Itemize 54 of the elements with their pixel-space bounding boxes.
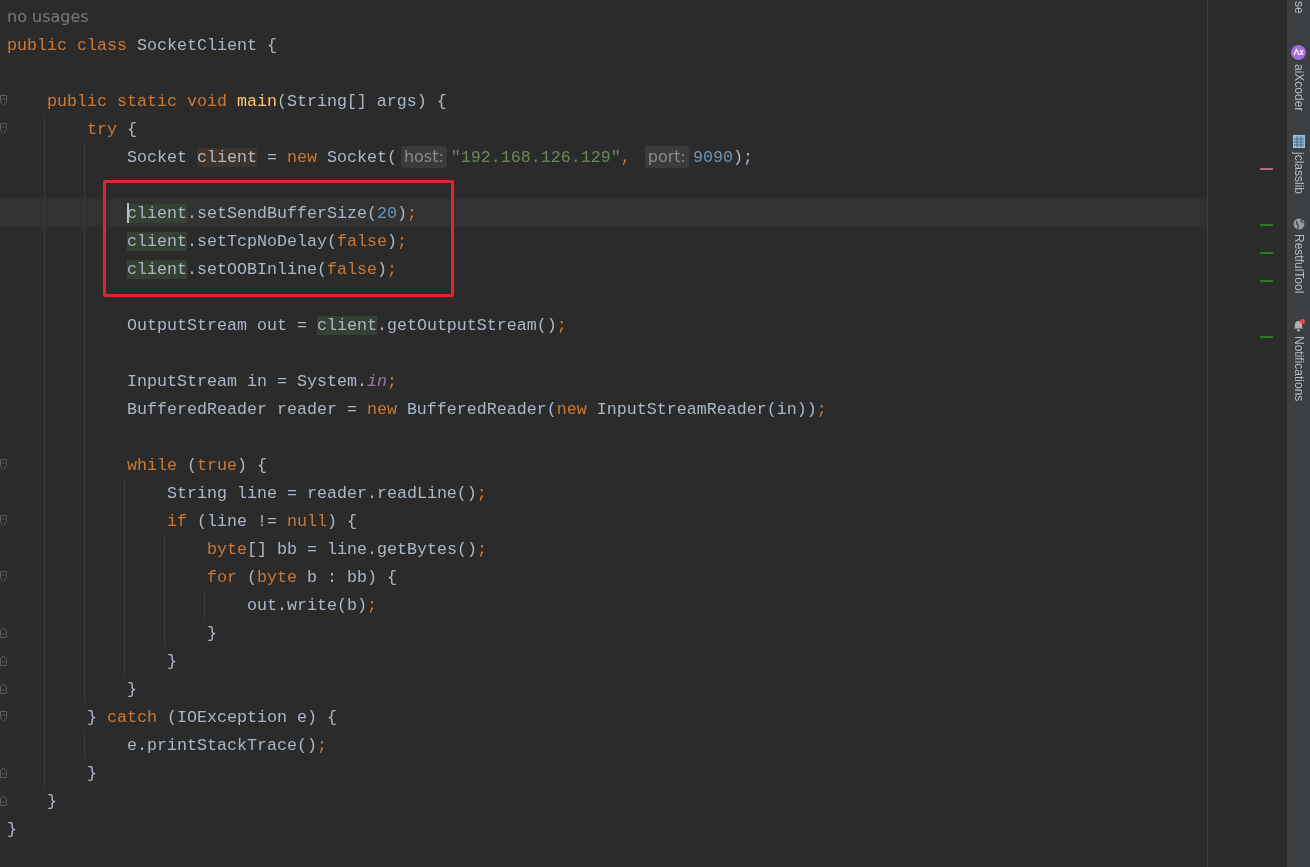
tool-window-button[interactable]: se — [1289, 1, 1308, 19]
fold-icon[interactable] — [0, 571, 7, 582]
parameter-hint: host: — [400, 146, 447, 168]
parameter-hint: port: — [644, 146, 689, 168]
text-caret — [127, 203, 129, 223]
code-line: try { — [87, 118, 137, 141]
usage-hint[interactable]: no usages — [7, 5, 89, 29]
code-line: } — [87, 762, 97, 785]
code-text: "192.168.126.129", — [450, 146, 632, 169]
tool-window-button[interactable]: jclasslib — [1289, 131, 1308, 199]
code-line: client.setOOBInline(false); — [127, 258, 397, 281]
code-line: } — [47, 790, 57, 813]
code-text: Socket client = new Socket( — [127, 146, 397, 169]
code-line: BufferedReader reader = new BufferedReader(new InputStreamReader(in)); — [127, 398, 827, 421]
code-line: } — [167, 650, 177, 673]
code-line: e.printStackTrace(); — [127, 734, 327, 757]
fold-icon[interactable] — [0, 767, 7, 778]
tool-window-button[interactable]: Notifications — [1289, 313, 1308, 406]
logo-icon — [1291, 45, 1306, 60]
globe-icon — [1292, 218, 1305, 231]
table-icon — [1292, 135, 1305, 149]
code-line: out.write(b); — [247, 594, 377, 617]
fold-icon[interactable] — [0, 627, 7, 638]
fold-icon[interactable] — [0, 655, 7, 666]
fold-icon[interactable] — [0, 795, 7, 806]
change-marker[interactable] — [1260, 252, 1273, 254]
change-marker[interactable] — [1260, 168, 1273, 170]
code-line: client.setSendBufferSize(20); — [127, 202, 417, 225]
change-marker[interactable] — [1260, 280, 1273, 282]
code-line: for (byte b : bb) { — [207, 566, 397, 589]
code-line: } — [7, 818, 17, 841]
code-text: 9090); — [692, 146, 753, 169]
fold-icon[interactable] — [0, 123, 7, 134]
tool-window-button[interactable]: aiXcoder — [1289, 41, 1308, 116]
code-line: public static void main(String[] args) { — [47, 90, 447, 113]
change-marker[interactable] — [1260, 336, 1273, 338]
fold-icon[interactable] — [0, 683, 7, 694]
fold-icon[interactable] — [0, 459, 7, 470]
fold-icon[interactable] — [0, 711, 7, 722]
code-line: } — [127, 678, 137, 701]
code-line: while (true) { — [127, 454, 267, 477]
tool-window-button[interactable]: RestfulTool — [1289, 214, 1308, 298]
change-marker[interactable] — [1260, 224, 1273, 226]
code-line: byte[] bb = line.getBytes(); — [207, 538, 487, 561]
code-line: OutputStream out = client.getOutputStream(); — [127, 314, 567, 337]
code-line: if (line != null) { — [167, 510, 357, 533]
code-line: } catch (IOException e) { — [87, 706, 337, 729]
fold-icon[interactable] — [0, 95, 7, 106]
code-line: } — [207, 622, 217, 645]
code-line: String line = reader.readLine(); — [167, 482, 487, 505]
code-line: public class SocketClient { — [7, 34, 277, 57]
code-line: InputStream in = System.in; — [127, 370, 397, 393]
code-line: client.setTcpNoDelay(false); — [127, 230, 407, 253]
fold-icon[interactable] — [0, 515, 7, 526]
